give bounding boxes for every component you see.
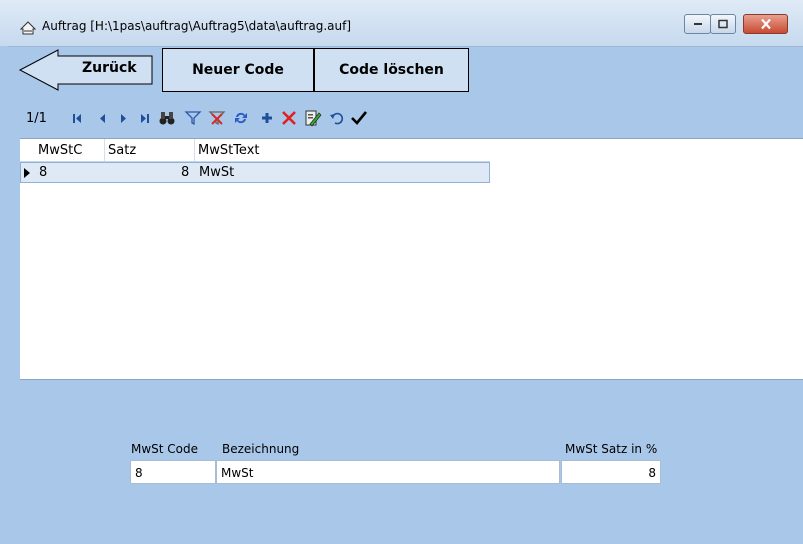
- application-window: Auftrag [H:\1pas\auftrag\Auftrag5\data\a…: [0, 0, 803, 544]
- record-navigator: 1/1: [18, 108, 468, 130]
- mwst-table: MwStC Satz MwStText 8 8 MwSt: [20, 138, 803, 380]
- refresh-icon[interactable]: [232, 109, 250, 127]
- minimize-button[interactable]: [684, 14, 711, 34]
- column-divider[interactable]: [104, 139, 105, 161]
- first-record-icon[interactable]: [68, 109, 86, 127]
- clear-filter-icon[interactable]: [208, 109, 226, 127]
- last-record-icon[interactable]: [136, 109, 154, 127]
- maximize-icon: [718, 19, 728, 29]
- close-button[interactable]: [743, 14, 788, 34]
- new-code-label: Neuer Code: [192, 62, 284, 78]
- app-window-icon: [19, 20, 37, 35]
- filter-icon[interactable]: [184, 109, 202, 127]
- close-icon: [760, 18, 771, 30]
- detail-form: MwSt Code 8 Bezeichnung MwSt MwSt Satz i…: [0, 380, 803, 544]
- cell-mwsttext[interactable]: MwSt: [199, 165, 234, 180]
- next-record-icon[interactable]: [114, 109, 132, 127]
- bezeichnung-label: Bezeichnung: [222, 442, 300, 456]
- delete-record-icon[interactable]: [280, 109, 298, 127]
- search-binoculars-icon[interactable]: [158, 109, 176, 127]
- record-position: 1/1: [26, 111, 47, 126]
- bezeichnung-field[interactable]: MwSt: [216, 460, 560, 484]
- delete-code-label: Code löschen: [339, 62, 444, 78]
- mwst-rate-field[interactable]: 8: [561, 460, 661, 484]
- cell-satz[interactable]: 8: [181, 165, 189, 180]
- mwst-rate-label: MwSt Satz in %: [565, 442, 658, 456]
- edit-record-icon[interactable]: [304, 109, 322, 127]
- column-header-satz[interactable]: Satz: [108, 143, 136, 158]
- table-row[interactable]: 8 8 MwSt: [20, 162, 490, 183]
- delete-code-button[interactable]: Code löschen: [314, 48, 469, 92]
- back-button[interactable]: Zurück: [18, 48, 153, 92]
- confirm-check-icon[interactable]: [350, 109, 368, 127]
- mwst-code-field[interactable]: 8: [130, 460, 216, 484]
- window-title: Auftrag [H:\1pas\auftrag\Auftrag5\data\a…: [42, 19, 352, 33]
- column-divider[interactable]: [194, 139, 195, 161]
- column-header-mwstc[interactable]: MwStC: [38, 143, 82, 158]
- cell-mwstc[interactable]: 8: [39, 165, 47, 180]
- current-row-pointer-icon: [24, 168, 30, 178]
- new-code-button[interactable]: Neuer Code: [162, 48, 314, 92]
- undo-icon[interactable]: [328, 109, 346, 127]
- add-record-icon[interactable]: [258, 109, 276, 127]
- maximize-button[interactable]: [710, 14, 736, 34]
- mwst-code-label: MwSt Code: [131, 442, 199, 456]
- back-button-label: Zurück: [82, 60, 137, 76]
- minimize-icon: [693, 23, 702, 25]
- column-header-mwsttext[interactable]: MwStText: [198, 143, 260, 158]
- table-header: MwStC Satz MwStText: [20, 139, 490, 162]
- title-bar[interactable]: Auftrag [H:\1pas\auftrag\Auftrag5\data\a…: [0, 0, 803, 47]
- prev-record-icon[interactable]: [94, 109, 112, 127]
